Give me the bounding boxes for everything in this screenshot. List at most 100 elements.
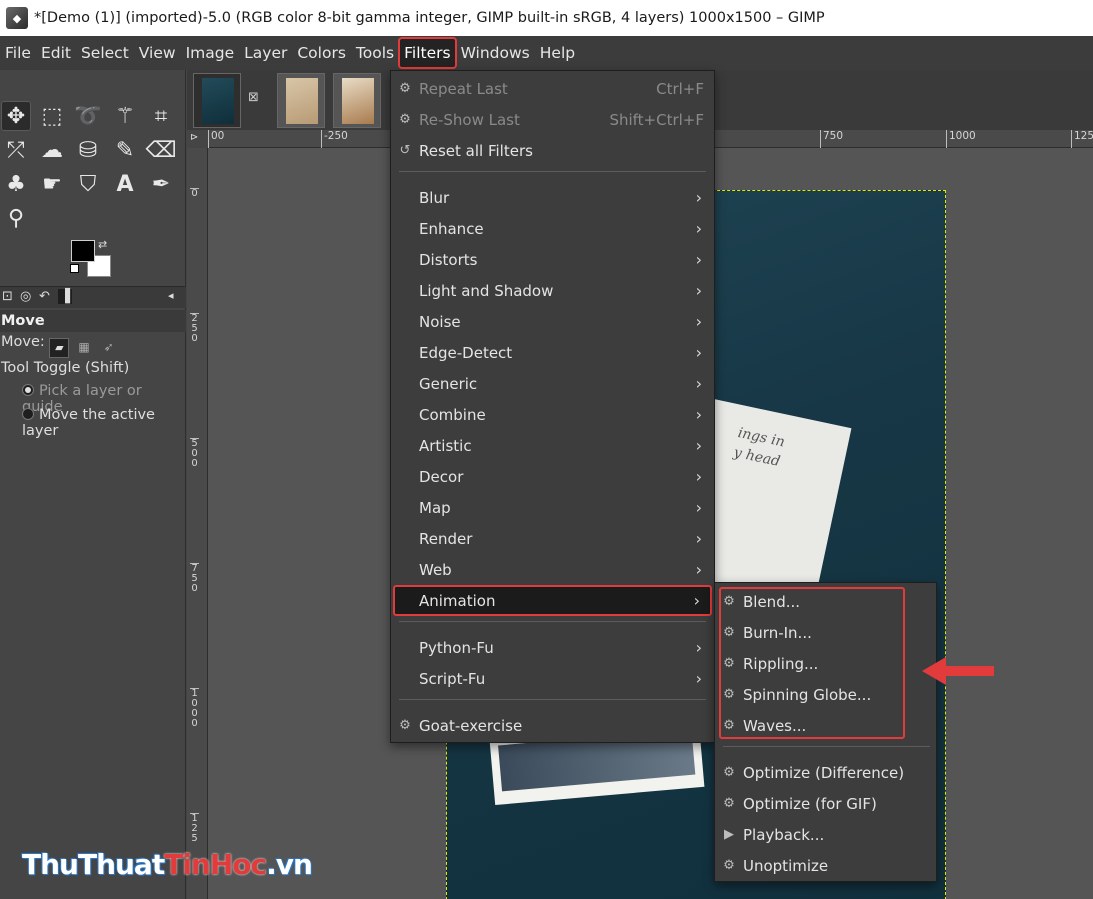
ruler-label: 125 bbox=[1071, 130, 1093, 148]
menu-item-repeat-last[interactable]: ⚙ Repeat Last Ctrl+F bbox=[391, 73, 714, 104]
device-status-tab-icon[interactable]: ◎ bbox=[20, 289, 31, 304]
submenu-arrow-icon: › bbox=[695, 188, 702, 207]
swap-colors-icon[interactable]: ⇄ bbox=[98, 238, 107, 251]
menu-item-reshow-last[interactable]: ⚙ Re-Show Last Shift+Ctrl+F bbox=[391, 104, 714, 135]
menu-item-python-fu[interactable]: Python-Fu › bbox=[391, 632, 714, 663]
ruler-digit: 5 bbox=[191, 833, 198, 844]
menu-edit[interactable]: Edit bbox=[36, 38, 76, 68]
menu-bar: File Edit Select View Image Layer Colors… bbox=[0, 36, 1093, 70]
menu-windows[interactable]: Windows bbox=[456, 38, 535, 68]
menu-tools[interactable]: Tools bbox=[351, 38, 399, 68]
paintbrush-icon[interactable]: ✎ bbox=[110, 135, 140, 165]
zoom-tool-icon[interactable]: ⚲ bbox=[1, 203, 31, 233]
move-mode-row: Move: ▰ ▦ ➶ bbox=[1, 334, 119, 358]
menu-item-noise[interactable]: Noise › bbox=[391, 306, 714, 337]
menu-item-enhance[interactable]: Enhance › bbox=[391, 213, 714, 244]
menu-view[interactable]: View bbox=[134, 38, 181, 68]
menu-item-unoptimize[interactable]: ⚙ Unoptimize bbox=[715, 850, 936, 881]
ruler-label: 500 bbox=[190, 438, 199, 469]
ruler-digit: 0 bbox=[191, 458, 198, 469]
menu-layer[interactable]: Layer bbox=[239, 38, 292, 68]
ruler-label: 750 bbox=[190, 563, 199, 594]
clone-tool-icon[interactable]: ♣ bbox=[1, 169, 31, 199]
lasso-select-icon[interactable]: ➰ bbox=[73, 101, 103, 131]
fuzzy-select-icon[interactable]: ⚚ bbox=[110, 101, 140, 131]
menu-image[interactable]: Image bbox=[181, 38, 240, 68]
default-colors-icon[interactable] bbox=[70, 264, 79, 273]
ruler-label: 750 bbox=[820, 130, 843, 148]
menu-separator bbox=[399, 621, 706, 622]
menu-item-optimize-gif[interactable]: ⚙ Optimize (for GIF) bbox=[715, 788, 936, 819]
image-tab-3[interactable] bbox=[333, 73, 381, 128]
menu-filters[interactable]: Filters bbox=[398, 37, 457, 69]
menu-item-goat-exercise[interactable]: ⚙ Goat-exercise bbox=[391, 710, 714, 741]
move-selection-mode-icon[interactable]: ▦ bbox=[74, 338, 94, 358]
tool-toggle-label: Tool Toggle (Shift) bbox=[1, 360, 130, 376]
menu-item-decor[interactable]: Decor › bbox=[391, 461, 714, 492]
gear-icon: ⚙ bbox=[723, 796, 735, 811]
menu-item-render[interactable]: Render › bbox=[391, 523, 714, 554]
move-tool-icon[interactable]: ✥ bbox=[1, 101, 31, 131]
submenu-arrow-icon: › bbox=[695, 669, 702, 688]
dock-tab-bar: ⊡ ◎ ↶ ▐ ◂ bbox=[0, 286, 186, 308]
menu-item-generic[interactable]: Generic › bbox=[391, 368, 714, 399]
gimp-app-icon: ◆ bbox=[6, 7, 28, 29]
color-picker-icon[interactable]: ✒ bbox=[146, 169, 176, 199]
quick-mask-corner-icon[interactable]: ⊳ bbox=[190, 132, 204, 146]
menu-item-map[interactable]: Map › bbox=[391, 492, 714, 523]
rect-select-icon[interactable]: ⬚ bbox=[37, 101, 67, 131]
menu-separator bbox=[399, 699, 706, 700]
menu-item-light-shadow[interactable]: Light and Shadow › bbox=[391, 275, 714, 306]
ruler-digit: 0 bbox=[191, 188, 198, 199]
tool-options-tab-icon[interactable]: ⊡ bbox=[2, 289, 13, 304]
menu-item-script-fu[interactable]: Script-Fu › bbox=[391, 663, 714, 694]
menu-item-artistic[interactable]: Artistic › bbox=[391, 430, 714, 461]
submenu-arrow-icon: › bbox=[695, 374, 702, 393]
submenu-arrow-icon: › bbox=[695, 281, 702, 300]
menu-item-edge-detect[interactable]: Edge-Detect › bbox=[391, 337, 714, 368]
bucket-fill-icon[interactable]: ⛁ bbox=[73, 135, 103, 165]
menu-item-animation[interactable]: Animation › bbox=[393, 585, 712, 616]
submenu-arrow-icon: › bbox=[695, 250, 702, 269]
menu-colors[interactable]: Colors bbox=[292, 38, 351, 68]
gear-icon: ⚙ bbox=[399, 718, 411, 733]
submenu-arrow-icon: › bbox=[695, 467, 702, 486]
smudge-tool-icon[interactable]: ☛ bbox=[37, 169, 67, 199]
radio-move-active[interactable] bbox=[22, 408, 34, 420]
title-bar: ◆ *[Demo (1)] (imported)-5.0 (RGB color … bbox=[0, 0, 1093, 36]
menu-item-combine[interactable]: Combine › bbox=[391, 399, 714, 430]
crop-tool-icon[interactable]: ⌗ bbox=[146, 101, 176, 131]
foreground-color-swatch[interactable] bbox=[71, 240, 95, 262]
menu-item-blur[interactable]: Blur › bbox=[391, 182, 714, 213]
menu-item-optimize-difference[interactable]: ⚙ Optimize (Difference) bbox=[715, 757, 936, 788]
image-tab-active[interactable] bbox=[193, 73, 241, 128]
move-path-mode-icon[interactable]: ➶ bbox=[99, 338, 119, 358]
radio-pick-layer[interactable] bbox=[22, 384, 34, 396]
watermark-logo: ThuThuatTinHoc.vn bbox=[22, 848, 313, 881]
undo-history-tab-icon[interactable]: ↶ bbox=[39, 289, 50, 304]
paths-tool-icon[interactable]: ⛉ bbox=[73, 169, 103, 199]
images-tab-icon[interactable]: ▐ bbox=[58, 289, 72, 304]
ruler-label: 0 bbox=[190, 188, 199, 199]
text-tool-icon[interactable]: A bbox=[110, 169, 140, 199]
close-tab-icon[interactable]: ⊠ bbox=[248, 90, 259, 105]
ruler-digit: 0 bbox=[191, 718, 198, 729]
menu-select[interactable]: Select bbox=[76, 38, 134, 68]
eraser-icon[interactable]: ⌫ bbox=[145, 135, 176, 165]
dock-menu-icon[interactable]: ◂ bbox=[168, 289, 174, 302]
option-move-active-layer[interactable]: Move the active layer bbox=[22, 407, 185, 439]
menu-file[interactable]: File bbox=[0, 38, 36, 68]
vertical-ruler: 02505007501000125 bbox=[187, 148, 208, 899]
reshow-icon: ⚙ bbox=[399, 112, 411, 127]
thumbnail-image bbox=[202, 78, 234, 124]
image-tab-2[interactable] bbox=[277, 73, 325, 128]
warp-tool-icon[interactable]: ☁ bbox=[37, 135, 67, 165]
submenu-arrow-icon: › bbox=[695, 560, 702, 579]
menu-item-playback[interactable]: ▶ Playback... bbox=[715, 819, 936, 850]
move-layer-mode-icon[interactable]: ▰ bbox=[49, 338, 70, 358]
transform-tool-icon[interactable]: ⤱ bbox=[1, 135, 31, 165]
menu-help[interactable]: Help bbox=[535, 38, 580, 68]
menu-item-reset-filters[interactable]: ↺ Reset all Filters bbox=[391, 135, 714, 166]
menu-item-web[interactable]: Web › bbox=[391, 554, 714, 585]
menu-item-distorts[interactable]: Distorts › bbox=[391, 244, 714, 275]
